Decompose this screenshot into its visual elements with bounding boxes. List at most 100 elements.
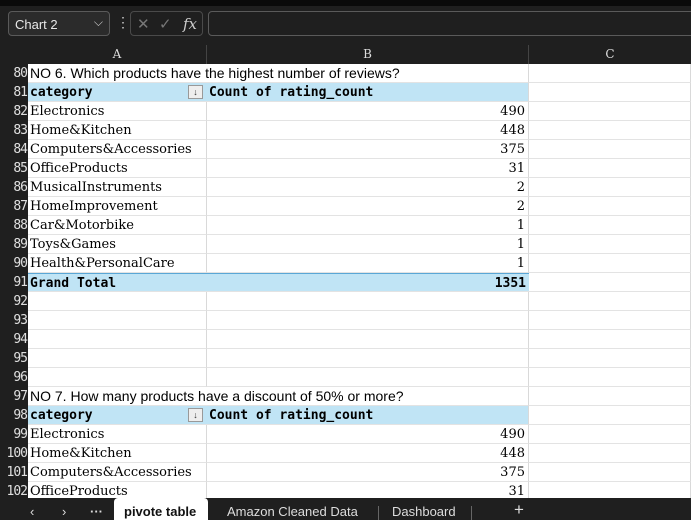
row-header[interactable]: 92 [0, 292, 28, 311]
cell-c[interactable] [529, 64, 691, 83]
row-header[interactable]: 100 [0, 444, 28, 463]
cell-b[interactable]: 1 [207, 254, 529, 273]
cell-b[interactable] [207, 368, 529, 387]
prev-sheet-icon[interactable]: ‹ [30, 504, 34, 519]
cell-c[interactable] [529, 216, 691, 235]
cell-a[interactable]: OfficeProducts [28, 159, 207, 178]
cell-c[interactable] [529, 425, 691, 444]
formula-bar-input[interactable] [208, 11, 691, 36]
cell-c[interactable] [529, 311, 691, 330]
cell-b[interactable] [207, 311, 529, 330]
cell-b[interactable]: 448 [207, 444, 529, 463]
sheet-tab-dashboard[interactable]: Dashboard [392, 504, 456, 519]
column-header-c[interactable]: C [529, 45, 691, 64]
cell-b[interactable]: 490 [207, 102, 529, 121]
cell-b[interactable]: 31 [207, 482, 529, 498]
cell-b[interactable]: 1351 [207, 273, 529, 292]
cell-a[interactable]: HomeImprovement [28, 197, 207, 216]
cell-c[interactable] [529, 159, 691, 178]
cell-a[interactable]: Computers&Accessories [28, 140, 207, 159]
cell-c[interactable] [529, 444, 691, 463]
cell-a[interactable]: Home&Kitchen [28, 444, 207, 463]
cell-c[interactable] [529, 463, 691, 482]
cell-a[interactable]: NO 6. Which products have the highest nu… [28, 64, 400, 83]
cell-c[interactable] [529, 178, 691, 197]
cell-a[interactable] [28, 368, 207, 387]
row-header[interactable]: 101 [0, 463, 28, 482]
row-header[interactable]: 88 [0, 216, 28, 235]
column-header-a[interactable]: A [28, 45, 207, 64]
cell-c[interactable] [529, 197, 691, 216]
next-sheet-icon[interactable]: › [62, 504, 66, 519]
row-header[interactable]: 91 [0, 273, 28, 292]
row-header[interactable]: 80 [0, 64, 28, 83]
name-box[interactable]: Chart 2 ⌵ [8, 11, 110, 36]
cell-b[interactable]: 31 [207, 159, 529, 178]
cell-a[interactable] [28, 349, 207, 368]
row-header[interactable]: 97 [0, 387, 28, 406]
cell-b[interactable] [207, 330, 529, 349]
cell-c[interactable] [529, 406, 691, 425]
cell-c[interactable] [529, 273, 691, 292]
row-header[interactable]: 84 [0, 140, 28, 159]
worksheet-grid[interactable]: 80 NO 6. Which products have the highest… [0, 64, 691, 498]
cell-a[interactable]: Computers&Accessories [28, 463, 207, 482]
row-header[interactable]: 81 [0, 83, 28, 102]
cell-a[interactable]: Home&Kitchen [28, 121, 207, 140]
row-header[interactable]: 98 [0, 406, 28, 425]
sheet-tab-amazon-cleaned-data[interactable]: Amazon Cleaned Data [227, 504, 358, 519]
cell-c[interactable] [529, 102, 691, 121]
row-header[interactable]: 85 [0, 159, 28, 178]
cell-a[interactable] [28, 292, 207, 311]
cell-b[interactable] [207, 292, 529, 311]
row-header[interactable]: 99 [0, 425, 28, 444]
cell-b[interactable]: 375 [207, 140, 529, 159]
row-header[interactable]: 83 [0, 121, 28, 140]
cell-a[interactable]: NO 7. How many products have a discount … [28, 387, 404, 406]
cell-b[interactable]: 1 [207, 235, 529, 254]
cell-a[interactable]: MusicalInstruments [28, 178, 207, 197]
sheet-tab-pivote-table[interactable]: pivote table [114, 498, 208, 520]
cell-b[interactable]: 1 [207, 216, 529, 235]
cell-b[interactable]: 2 [207, 178, 529, 197]
cell-c[interactable] [529, 482, 691, 498]
more-sheets-icon[interactable]: ··· [90, 504, 103, 519]
row-header[interactable]: 94 [0, 330, 28, 349]
cell-c[interactable] [529, 368, 691, 387]
row-header[interactable]: 93 [0, 311, 28, 330]
row-header[interactable]: 82 [0, 102, 28, 121]
more-options-icon[interactable]: ⋮ [116, 14, 130, 31]
row-header[interactable]: 86 [0, 178, 28, 197]
cell-a[interactable]: Car&Motorbike [28, 216, 207, 235]
cell-a[interactable] [28, 311, 207, 330]
cell-b[interactable]: 375 [207, 463, 529, 482]
cell-a[interactable]: Electronics [28, 102, 207, 121]
cell-c[interactable] [529, 83, 691, 102]
column-header-b[interactable]: B [207, 45, 529, 64]
cell-a[interactable]: Grand Total [28, 273, 207, 292]
insert-function-icon[interactable]: fx [183, 15, 197, 33]
row-header[interactable]: 96 [0, 368, 28, 387]
cell-c[interactable] [529, 349, 691, 368]
cell-a[interactable]: category [28, 406, 207, 425]
cell-b[interactable]: Count of rating_count [207, 406, 529, 425]
cell-a[interactable]: Health&PersonalCare [28, 254, 207, 273]
cell-c[interactable] [529, 292, 691, 311]
filter-sort-icon[interactable]: ↓ [188, 85, 203, 99]
cell-c[interactable] [529, 140, 691, 159]
cell-c[interactable] [529, 330, 691, 349]
chevron-down-icon[interactable]: ⌵ [94, 15, 103, 30]
add-sheet-icon[interactable]: + [514, 500, 524, 520]
cell-b[interactable]: 490 [207, 425, 529, 444]
cell-c[interactable] [529, 387, 691, 406]
row-header[interactable]: 87 [0, 197, 28, 216]
filter-sort-icon[interactable]: ↓ [188, 408, 203, 422]
cell-b[interactable]: 448 [207, 121, 529, 140]
cancel-icon[interactable]: ✕ [137, 15, 150, 33]
cell-a[interactable]: Electronics [28, 425, 207, 444]
cell-b[interactable] [207, 349, 529, 368]
cell-c[interactable] [529, 254, 691, 273]
cell-a[interactable]: OfficeProducts [28, 482, 207, 498]
row-header[interactable]: 95 [0, 349, 28, 368]
cell-a[interactable] [28, 330, 207, 349]
